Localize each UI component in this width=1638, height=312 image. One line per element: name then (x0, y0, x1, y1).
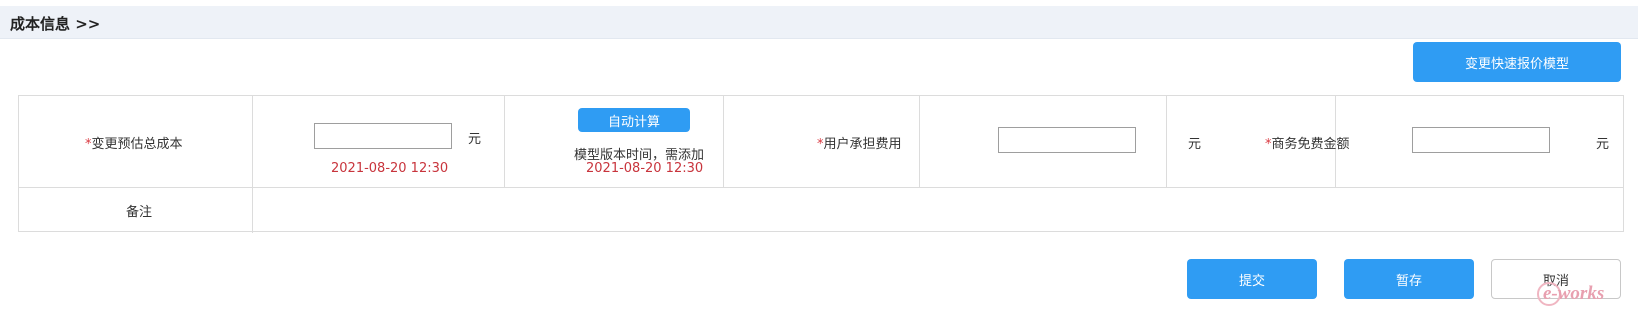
column-divider (504, 96, 505, 187)
section-header: 成本信息 >> (0, 6, 1638, 39)
total-cost-date: 2021-08-20 12:30 (331, 161, 449, 176)
column-divider (1166, 96, 1167, 187)
user-fee-unit: 元 (1188, 137, 1202, 152)
watermark-text: e-works (1543, 283, 1604, 304)
column-divider (723, 96, 724, 187)
free-amount-unit: 元 (1596, 137, 1610, 152)
change-quote-model-button[interactable]: 变更快速报价模型 (1413, 42, 1621, 82)
row-divider (19, 187, 1623, 188)
remark-label: 备注 (126, 205, 153, 220)
section-title: 成本信息 >> (10, 15, 101, 33)
total-cost-unit: 元 (468, 132, 482, 147)
total-cost-label: *变更预估总成本 (85, 137, 183, 152)
auto-calculate-button[interactable]: 自动计算 (578, 108, 690, 132)
free-amount-label: *商务免费金额 (1265, 137, 1350, 152)
remark-input[interactable] (255, 189, 1623, 231)
submit-button[interactable]: 提交 (1187, 259, 1317, 299)
e-works-watermark-logo: e-works (1537, 282, 1604, 306)
column-divider (919, 96, 920, 187)
total-cost-input[interactable] (314, 123, 452, 149)
free-amount-input[interactable] (1412, 127, 1550, 153)
user-fee-label: *用户承担费用 (817, 137, 902, 152)
model-version-date: 2021-08-20 12:30 (586, 161, 704, 176)
save-draft-button[interactable]: 暂存 (1344, 259, 1474, 299)
user-fee-input[interactable] (998, 127, 1136, 153)
cost-form-table: *变更预估总成本 元 2021-08-20 12:30 模型版本时间，需添加 2… (18, 95, 1624, 233)
column-divider (252, 96, 253, 233)
